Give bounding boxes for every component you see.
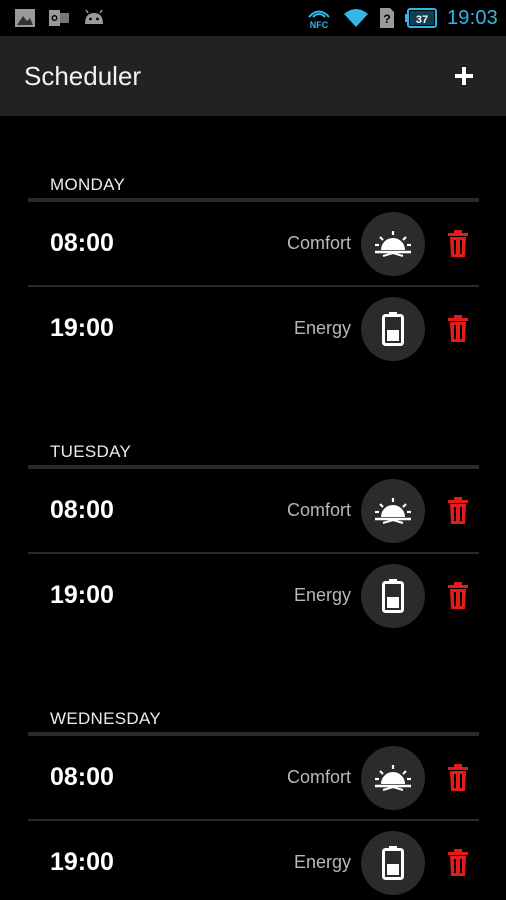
schedule-time[interactable]: 08:00 [50, 229, 200, 258]
schedule-time[interactable]: 19:00 [50, 581, 200, 610]
delete-button[interactable] [437, 757, 479, 799]
trash-icon [448, 581, 468, 609]
action-bar: Scheduler [0, 36, 506, 116]
battery-icon: 37 [404, 7, 437, 29]
day-header: WEDNESDAY [28, 650, 479, 732]
schedule-row[interactable]: 08:00 Comfort [28, 200, 479, 285]
schedule-row[interactable]: 08:00 Comfort [28, 467, 479, 552]
trash-icon [448, 848, 468, 876]
schedule-time[interactable]: 08:00 [50, 763, 200, 792]
mode-label: Comfort [286, 233, 351, 253]
notification-icons [14, 8, 106, 28]
app-title: Scheduler [24, 60, 142, 91]
trash-icon [448, 314, 468, 342]
schedule-list[interactable]: MONDAY 08:00 Comfort 19:00 Energy TUESDA… [0, 116, 506, 900]
mode-label: Energy [293, 318, 351, 338]
mode-toggle-button[interactable] [361, 478, 425, 543]
day-section-monday: MONDAY 08:00 Comfort 19:00 Energy [28, 116, 479, 370]
sim-unknown-icon: ? [379, 7, 395, 29]
schedule-row[interactable]: 19:00 Energy [28, 552, 479, 637]
delete-button[interactable] [437, 842, 479, 884]
schedule-row[interactable]: 19:00 Energy [28, 819, 479, 900]
svg-text:?: ? [383, 12, 390, 26]
trash-icon [448, 496, 468, 524]
schedule-time[interactable]: 19:00 [50, 848, 200, 877]
sunrise-icon [375, 230, 411, 257]
mode-label: Comfort [286, 767, 351, 787]
mode-toggle-button[interactable] [361, 830, 425, 895]
image-icon [14, 8, 36, 28]
trash-icon [448, 229, 468, 257]
battery-icon [382, 845, 404, 880]
battery-icon [382, 311, 404, 346]
add-schedule-button[interactable] [444, 56, 484, 96]
schedule-row[interactable]: 08:00 Comfort [28, 734, 479, 819]
sunrise-icon [375, 764, 411, 791]
schedule-row[interactable]: 19:00 Energy [28, 285, 479, 370]
schedule-time[interactable]: 08:00 [50, 496, 200, 525]
trash-icon [448, 763, 468, 791]
delete-button[interactable] [437, 575, 479, 617]
outlook-icon [48, 8, 70, 28]
mode-label: Comfort [286, 500, 351, 520]
plus-icon [455, 67, 473, 85]
delete-button[interactable] [437, 490, 479, 532]
day-header: TUESDAY [28, 383, 479, 465]
nfc-icon: NFC [305, 6, 333, 30]
mode-label: Energy [293, 852, 351, 872]
android-icon [82, 8, 106, 28]
system-icons: NFC ? 37 19:03 [305, 6, 498, 30]
mode-toggle-button[interactable] [361, 745, 425, 810]
battery-icon [382, 578, 404, 613]
mode-toggle-button[interactable] [361, 211, 425, 276]
nfc-label: NFC [310, 20, 329, 30]
battery-level: 37 [416, 14, 428, 26]
delete-button[interactable] [437, 223, 479, 265]
wifi-icon [343, 7, 369, 29]
delete-button[interactable] [437, 308, 479, 350]
mode-label: Energy [293, 585, 351, 605]
day-section-tuesday: TUESDAY 08:00 Comfort 19:00 Energy [28, 383, 479, 637]
sunrise-icon [375, 497, 411, 524]
day-label: TUESDAY [50, 442, 132, 461]
day-header: MONDAY [28, 116, 479, 198]
mode-toggle-button[interactable] [361, 296, 425, 361]
schedule-time[interactable]: 19:00 [50, 314, 200, 343]
status-bar: NFC ? 37 19:03 [0, 0, 506, 36]
day-label: WEDNESDAY [50, 709, 162, 728]
mode-toggle-button[interactable] [361, 563, 425, 628]
day-section-wednesday: WEDNESDAY 08:00 Comfort 19:00 Energy [28, 650, 479, 900]
day-label: MONDAY [50, 175, 126, 194]
status-clock: 19:03 [446, 6, 498, 29]
